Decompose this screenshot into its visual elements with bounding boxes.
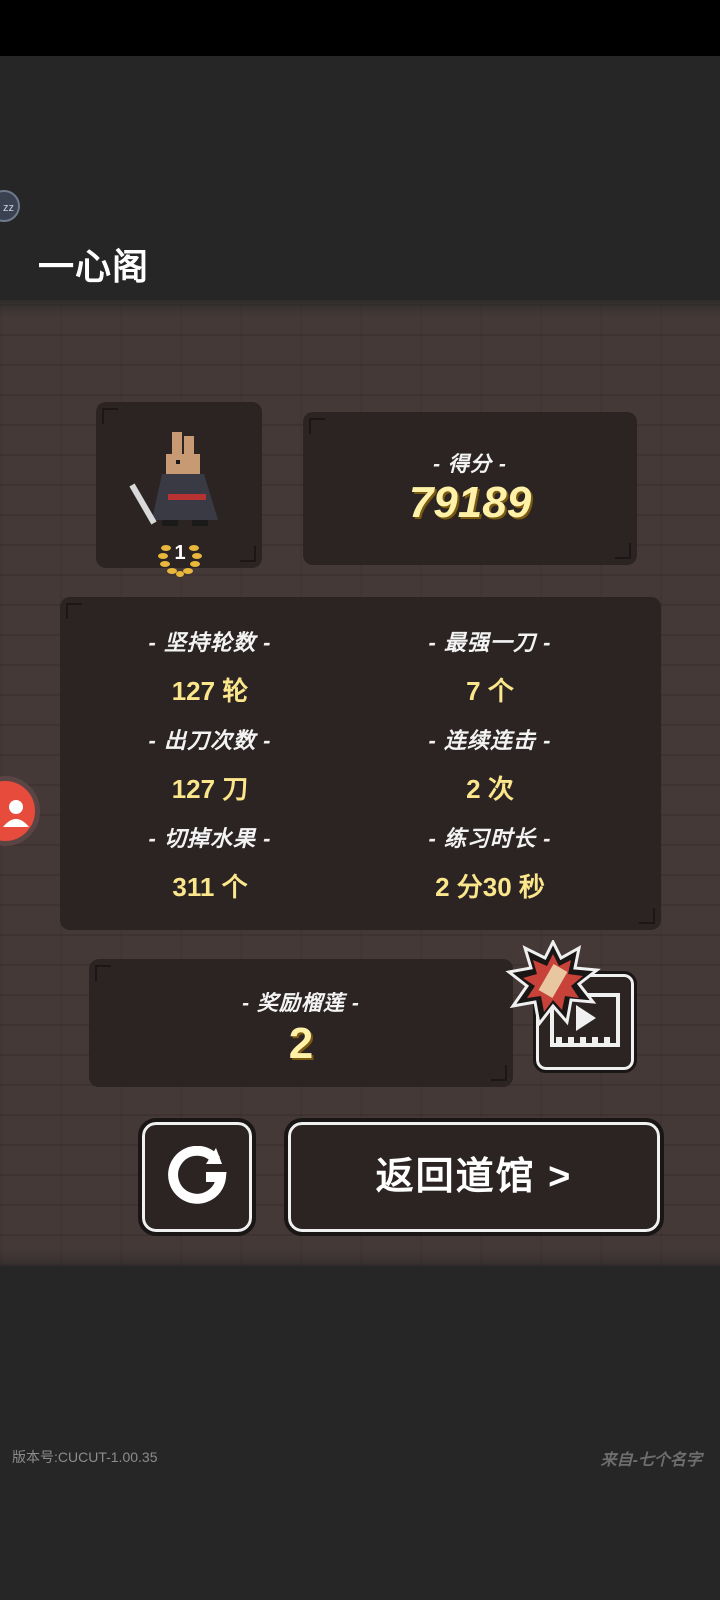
stat-label: - 坚持轮数 - [148,630,272,655]
credit-label: 来自-七个名字 [600,1452,702,1469]
reward-card: - 奖励榴莲 - 2 [89,959,513,1087]
stat-label: - 练习时长 - [428,826,552,851]
restart-button[interactable] [138,1118,256,1236]
reward-label: - 奖励榴莲 - [242,992,360,1015]
stat-label: - 出刀次数 - [148,728,272,753]
stat-slashes: - 出刀次数 - 127 刀 [60,723,360,806]
avatar-card: 1 [96,402,262,577]
stat-fruits: - 切掉水果 - 311 个 [60,821,360,904]
stat-value: 127 刀 [171,774,249,804]
stat-best-slash: - 最强一刀 - 7 个 [340,625,640,708]
stat-value: 311 个 [172,872,248,902]
panel-fade [0,290,720,318]
rank-number: 1 [174,542,186,564]
stat-label: - 切掉水果 - [148,826,272,851]
stat-duration: - 练习时长 - 2 分30 秒 [340,821,640,904]
restart-icon [168,1146,227,1204]
stat-rounds: - 坚持轮数 - 127 轮 [60,625,360,708]
stat-label: - 连续连击 - [428,728,552,753]
stat-value: 2 次 [466,774,514,804]
stat-value: 2 分30 秒 [435,872,545,902]
version-label: 版本号:CUCUT-1.00.35 [12,1449,158,1465]
return-dojo-button[interactable]: 返回道馆 > [284,1118,664,1236]
stat-value: 7 个 [466,676,514,706]
stat-label: - 最强一刀 - [428,630,552,655]
score-value: 79189 [408,478,532,527]
laurel-rank-icon: 1 [156,534,204,578]
status-bar [0,0,720,56]
burst-bonus-icon [505,940,601,1026]
reward-value: 2 [288,1019,314,1068]
score-label: - 得分 - [433,453,507,476]
page-title: 一心阁 [38,246,150,287]
stat-value: 127 轮 [171,676,249,706]
stats-card: - 坚持轮数 - 127 轮 - 最强一刀 - 7 个 - 出刀次数 - 127… [60,597,661,930]
stat-combo: - 连续连击 - 2 次 [340,723,640,806]
user-icon [3,800,29,827]
panel-fade [0,1250,720,1280]
score-card: - 得分 - 79189 [303,412,637,565]
